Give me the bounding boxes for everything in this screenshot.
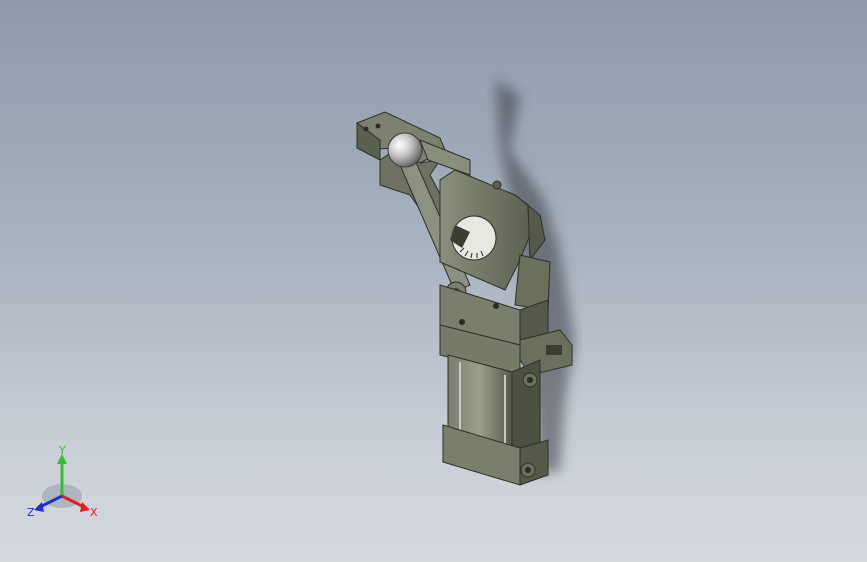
orientation-triad[interactable]: Y X Z: [22, 444, 112, 526]
knob-ball[interactable]: [387, 132, 423, 168]
clamp-3d-model[interactable]: [0, 0, 867, 562]
cad-viewport[interactable]: Y X Z: [0, 0, 867, 562]
z-label: Z: [27, 506, 35, 519]
x-arrow-icon: [80, 502, 90, 512]
y-label: Y: [58, 446, 66, 457]
x-label: X: [90, 506, 98, 519]
z-arrow-icon: [34, 502, 44, 512]
